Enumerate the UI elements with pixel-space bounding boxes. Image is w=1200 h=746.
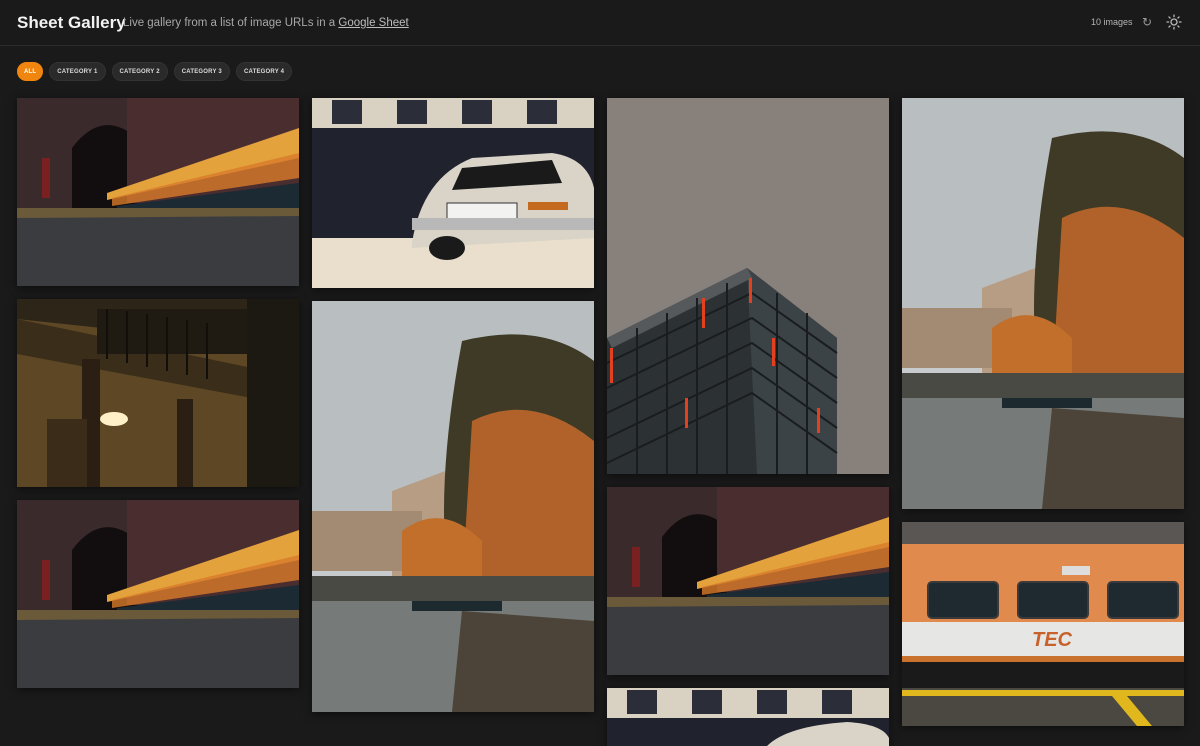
gallery-image-lamp-balcony[interactable] bbox=[17, 299, 299, 487]
app-header: Sheet Gallery Live gallery from a list o… bbox=[0, 0, 1200, 46]
gallery-image-train-tunnel-2[interactable] bbox=[17, 500, 299, 688]
gallery-image-orange-train[interactable]: TEC bbox=[902, 522, 1184, 726]
gallery-image-autumn-river-2[interactable] bbox=[902, 98, 1184, 509]
filter-all[interactable]: ALL bbox=[17, 62, 44, 81]
gallery-image-glass-building[interactable] bbox=[607, 98, 889, 474]
gallery-image-train-tunnel[interactable] bbox=[17, 98, 299, 286]
filter-category-2[interactable]: CATEGORY 2 bbox=[111, 62, 168, 81]
category-filters: ALL CATEGORY 1 CATEGORY 2 CATEGORY 3 CAT… bbox=[17, 62, 293, 81]
gallery-image-porsche[interactable] bbox=[312, 98, 594, 288]
refresh-icon[interactable]: ↻ bbox=[1140, 15, 1154, 29]
filter-category-3[interactable]: CATEGORY 3 bbox=[173, 62, 230, 81]
image-count: 10 images bbox=[1091, 17, 1133, 27]
app-subtitle: Live gallery from a list of image URLs i… bbox=[123, 17, 409, 29]
app-title: Sheet Gallery bbox=[17, 13, 126, 32]
filter-category-1[interactable]: CATEGORY 1 bbox=[49, 62, 106, 81]
gallery-image-train-tunnel-3[interactable] bbox=[607, 487, 889, 675]
svg-text:TEC: TEC bbox=[1032, 629, 1073, 651]
gallery-image-autumn-river[interactable] bbox=[312, 301, 594, 712]
filter-category-4[interactable]: CATEGORY 4 bbox=[235, 62, 293, 81]
gallery-image-porsche-2[interactable] bbox=[607, 688, 889, 746]
sun-icon[interactable] bbox=[1166, 14, 1182, 30]
google-sheet-link[interactable]: Google Sheet bbox=[338, 17, 408, 29]
subtitle-text: Live gallery from a list of image URLs i… bbox=[123, 17, 339, 29]
